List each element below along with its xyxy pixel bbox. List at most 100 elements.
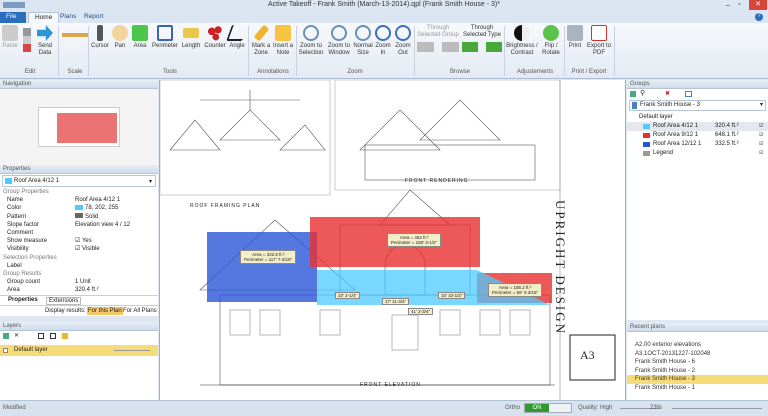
scale-button[interactable] <box>62 33 88 37</box>
property-row[interactable]: Comment <box>0 229 158 237</box>
add-layer-icon[interactable] <box>3 333 9 339</box>
tab-file[interactable]: File <box>0 12 26 23</box>
property-section[interactable]: Group Results <box>0 270 158 278</box>
perimeter-tool[interactable]: Perimeter <box>152 25 178 50</box>
property-row[interactable]: Label <box>0 262 158 270</box>
viewport-indicator[interactable] <box>57 113 117 143</box>
measure-callout[interactable]: Area = 462 ft.² Perimeter = 150' 3-1/2" <box>387 233 442 247</box>
recent-plans-header: Recent plans <box>627 323 768 332</box>
normal-size-button[interactable]: Normal Size <box>353 25 373 57</box>
opacity-slider[interactable] <box>114 350 150 357</box>
zoom-out-icon <box>395 25 411 41</box>
help-icon[interactable]: ? <box>755 13 763 21</box>
visibility-checkbox[interactable]: ☑ <box>759 149 763 158</box>
close-button[interactable]: ✕ <box>749 0 767 10</box>
property-label: Label <box>7 262 22 269</box>
save-icon[interactable] <box>38 333 44 339</box>
area-tool[interactable]: Area <box>132 25 148 50</box>
recent-plan-item[interactable]: Frank Smith House - 2 <box>627 367 768 376</box>
navigation-thumbnail[interactable] <box>0 89 158 165</box>
zoom-out-button[interactable]: Zoom Out <box>394 25 412 57</box>
measure-callout[interactable]: Area = 332.5 ft.² Perimeter = 117' 7-3/16… <box>240 250 297 264</box>
print-button[interactable]: Print <box>566 25 584 50</box>
tab-extensions[interactable]: Extensions <box>46 297 82 305</box>
maximize-button[interactable]: ▫ <box>738 1 740 8</box>
property-row[interactable]: Visibility ☑ Visible <box>0 245 158 253</box>
flip-rotate-button[interactable]: Flip / Rotate <box>540 25 562 57</box>
search-icon[interactable]: ⚲ <box>640 89 645 97</box>
insert-note-button[interactable]: Insert a Note <box>273 25 293 57</box>
recent-plan-item[interactable]: Frank Smith House - 3 <box>627 375 768 384</box>
property-row[interactable]: Area 320.4 ft.² <box>0 286 158 294</box>
property-label: Color <box>7 205 22 212</box>
ruler-icon <box>183 28 199 38</box>
for-this-plan-button[interactable]: For this Plan <box>87 307 123 315</box>
group-item[interactable]: Legend ☑ <box>627 149 768 158</box>
group-label-browse: Browse <box>449 69 470 75</box>
for-all-plans-button[interactable]: For All Plans <box>123 308 157 314</box>
property-row[interactable]: Pattern Solid <box>0 213 158 221</box>
through-selected-group[interactable]: Through Selected Group <box>417 25 459 52</box>
property-row[interactable]: Color 78, 202, 255 <box>0 204 158 212</box>
folder-icon[interactable] <box>62 333 68 339</box>
send-data-button[interactable]: Send Data <box>35 25 55 57</box>
zoom-slider[interactable] <box>672 408 762 409</box>
property-section[interactable]: Group Properties <box>0 188 158 196</box>
property-row[interactable]: Group count 1 Unit <box>0 278 158 286</box>
tab-properties[interactable]: Properties <box>8 297 38 303</box>
property-label: Group Results <box>3 270 42 277</box>
paste-button[interactable]: Paste <box>2 25 18 50</box>
brightness-contrast-button[interactable]: Brightness / Contrast <box>506 25 538 57</box>
layer-checkbox[interactable] <box>3 348 8 353</box>
properties-icon[interactable] <box>685 91 692 97</box>
plan-selector[interactable]: Frank Smith House - 3 ▾ <box>629 100 766 111</box>
zoom-window-button[interactable]: Zoom to Window <box>326 25 352 57</box>
group-item[interactable]: Roof Area 4/12 1 320.4 ft.² ☑ <box>627 122 768 131</box>
perimeter-icon <box>157 25 173 41</box>
add-group-icon[interactable] <box>630 91 636 97</box>
measure-callout[interactable]: Area = 185.2 ft.² Perimeter = 59' 3-3/16" <box>488 283 543 297</box>
recent-plan-item[interactable]: A3.1OCT-20131227-102048 <box>627 350 768 359</box>
layers-header: Layers <box>0 322 158 331</box>
export-pdf-button[interactable]: Export to PDF <box>587 25 611 57</box>
angle-tool[interactable]: Angle <box>226 25 248 50</box>
recent-plan-item[interactable]: Frank Smith House - 6 <box>627 358 768 367</box>
mark-zone-button[interactable]: Mark a Zone <box>251 24 271 57</box>
recent-plan-item[interactable]: Frank Smith House - 1 <box>627 384 768 393</box>
zoom-in-button[interactable]: Zoom In <box>374 25 392 57</box>
layer-row[interactable]: Default layer <box>0 345 158 356</box>
visibility-checkbox[interactable]: ☑ <box>759 140 763 149</box>
roof-area-12-12-shape <box>207 232 317 302</box>
tab-report[interactable]: Report <box>78 12 110 23</box>
dimension-label: 10' 10-1/2" <box>438 292 466 299</box>
property-section[interactable]: Selection Properties <box>0 254 158 262</box>
property-row[interactable]: Show measure ☑ Yes <box>0 237 158 245</box>
property-row[interactable]: Name Roof Area 4/12 1 <box>0 196 158 204</box>
delete-layer-icon[interactable]: ✕ <box>14 332 19 339</box>
zoom-selection-button[interactable]: Zoom to Selection <box>298 25 324 57</box>
recent-plan-item[interactable]: A2.00 exterior elevations <box>627 341 768 350</box>
pan-tool[interactable]: Pan <box>112 25 128 50</box>
delete-icon[interactable]: ✖ <box>665 90 670 97</box>
length-tool[interactable]: Length <box>181 25 201 50</box>
chevron-down-icon[interactable]: ▾ <box>760 101 763 110</box>
drawing-canvas[interactable]: Area = 332.5 ft.² Perimeter = 117' 7-3/16… <box>159 80 626 400</box>
group-item[interactable]: Roof Area 12/12 1 332.5 ft.² ☑ <box>627 140 768 149</box>
cursor-tool[interactable]: Cursor <box>91 25 109 50</box>
chevron-down-icon[interactable]: ▾ <box>149 177 152 187</box>
counter-tool[interactable]: Counter <box>204 25 226 50</box>
cut-copy-delete-icons[interactable] <box>23 28 31 52</box>
left-panel: Navigation Properties Roof Area 4/12 1 ▾… <box>0 80 158 400</box>
visibility-checkbox[interactable]: ☑ <box>759 122 763 131</box>
ortho-toggle[interactable]: ON <box>524 403 572 413</box>
properties-selector[interactable]: Roof Area 4/12 1 ▾ <box>2 175 156 187</box>
property-row[interactable]: Slope factor Elevation view 4 / 12 <box>0 221 158 229</box>
title-block-logo: UPRIGHT DESIGN <box>553 200 568 336</box>
visibility-checkbox[interactable]: ☑ <box>759 131 763 140</box>
tree-layer[interactable]: Default layer <box>627 113 768 122</box>
group-item[interactable]: Roof Area 9/12 1 648.1 ft.² ☑ <box>627 131 768 140</box>
quick-access-toolbar[interactable] <box>3 2 25 8</box>
minimize-button[interactable]: – <box>726 2 730 9</box>
save-as-icon[interactable] <box>50 333 56 339</box>
through-selected-type[interactable]: Through Selected Type <box>462 25 502 52</box>
